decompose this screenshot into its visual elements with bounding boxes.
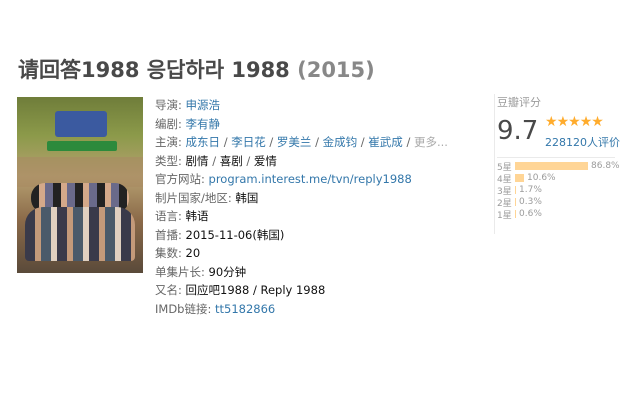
genre-value: 爱情 [253, 153, 277, 168]
star-icon: ★ [579, 114, 593, 130]
writer-label: 编剧: [155, 116, 182, 131]
website-row: 官方网站: program.interest.me/tvn/reply1988 [155, 170, 475, 189]
info-panel: 导演: 申源浩 编剧: 李有静 主演: 成东日 / 李日花 / 罗美兰 / 金成… [155, 96, 475, 318]
rating-score: 9.7 [497, 116, 539, 146]
cast-link[interactable]: 罗美兰 [277, 135, 312, 149]
rating-bar-percent: 0.6% [519, 209, 542, 219]
genre-row: 类型: 剧情 / 喜剧 / 爱情 [155, 152, 475, 171]
language-row: 语言: 韩语 [155, 207, 475, 226]
website-label: 官方网站: [155, 172, 205, 186]
aka-row: 又名: 回应吧1988 / Reply 1988 [155, 281, 475, 300]
language-label: 语言: [155, 209, 182, 223]
aka-label: 又名: [155, 283, 182, 297]
rating-bar [515, 186, 516, 194]
rating-bar-row: 5星 86.8% [497, 160, 625, 173]
rating-bar-row: 4星 10.6% [497, 172, 625, 185]
cast-link[interactable]: 崔武成 [368, 135, 403, 149]
episodes-row: 集数: 20 [155, 244, 475, 263]
rating-bar-row: 3星 1.7% [497, 184, 625, 197]
cast-link[interactable]: 成东日 [186, 135, 221, 149]
poster-cast-front [25, 207, 135, 261]
country-row: 制片国家/地区: 韩国 [155, 189, 475, 208]
genre-value: 剧情 [185, 153, 209, 168]
separator: / [212, 153, 217, 168]
poster-banner [47, 141, 117, 151]
poster-image[interactable] [17, 97, 143, 273]
website-link[interactable]: program.interest.me/tvn/reply1988 [209, 172, 412, 186]
page-title: 请回答1988 응답하라 1988 (2015) [18, 54, 375, 84]
star-icon: ★ [568, 114, 581, 130]
rating-panel: 豆瓣评分 9.7 ★★★★★ 228120人评价 5星 86.8% 4星 10.6% 3… [494, 94, 627, 234]
rating-count-link[interactable]: 228120人评价 [545, 134, 620, 150]
star-icon: ★ [545, 114, 558, 130]
director-row: 导演: 申源浩 [155, 96, 475, 115]
imdb-label: IMDb链接: [155, 301, 212, 316]
language-value: 韩语 [185, 209, 209, 223]
rating-bar-row: 1星 0.6% [497, 208, 625, 221]
country-label: 制片国家/地区: [155, 190, 232, 205]
divider [497, 157, 615, 158]
rating-bar [515, 174, 524, 182]
rating-bar-row: 2星 0.3% [497, 196, 625, 209]
cast-label: 主演: [155, 135, 182, 149]
rating-bar-percent: 0.3% [519, 197, 542, 207]
rating-distribution: 5星 86.8% 4星 10.6% 3星 1.7% 2星 0.3% 1星 0.6% [497, 160, 625, 221]
rating-bar-percent: 1.7% [519, 185, 542, 195]
star-icon: ★ [591, 114, 604, 130]
rating-bar [515, 198, 516, 206]
premiere-value: 2015-11-06(韩国) [185, 227, 285, 242]
rating-bar-percent: 10.6% [527, 173, 556, 183]
separator: / [315, 135, 319, 149]
director-label: 导演: [155, 98, 182, 112]
genre-label: 类型: [155, 153, 182, 168]
writer-row: 编剧: 李有静 [155, 115, 475, 134]
poster-logo [55, 111, 107, 137]
cast-more-link[interactable]: 更多... [414, 135, 448, 149]
episodes-value: 20 [185, 246, 201, 260]
star-icon: ★ [556, 114, 570, 130]
rating-bar-percent: 86.8% [591, 161, 620, 171]
writer-link[interactable]: 李有静 [186, 117, 221, 131]
cast-link[interactable]: 李日花 [231, 135, 266, 149]
aka-value: 回应吧1988 / Reply 1988 [185, 283, 326, 297]
rating-stars: ★★★★★ [545, 114, 604, 130]
episodes-label: 集数: [155, 246, 182, 260]
cast-link[interactable]: 金成钧 [323, 135, 358, 149]
premiere-label: 首播: [155, 227, 182, 242]
director-link[interactable]: 申源浩 [186, 98, 221, 112]
separator: / [269, 135, 274, 149]
separator: / [223, 135, 228, 149]
runtime-label: 单集片长: [155, 264, 205, 279]
runtime-row: 单集片长: 90分钟 [155, 263, 475, 282]
premiere-row: 首播: 2015-11-06(韩国) [155, 226, 475, 245]
separator: / [406, 135, 411, 149]
rating-bar-label: 1星 [497, 210, 512, 221]
rating-bar [515, 210, 516, 218]
genre-value: 喜剧 [219, 153, 243, 168]
separator: / [246, 153, 251, 168]
runtime-value: 90分钟 [208, 264, 247, 279]
imdb-link[interactable]: tt5182866 [215, 302, 275, 316]
separator: / [360, 135, 365, 149]
title-year: (2015) [297, 58, 375, 82]
imdb-row: IMDb链接: tt5182866 [155, 300, 475, 319]
rating-heading: 豆瓣评分 [497, 96, 541, 109]
country-value: 韩国 [235, 190, 259, 205]
title-main: 请回答1988 응답하라 1988 [18, 58, 290, 82]
rating-bar [515, 162, 588, 170]
cast-row: 主演: 成东日 / 李日花 / 罗美兰 / 金成钧 / 崔武成 / 更多... [155, 133, 475, 152]
